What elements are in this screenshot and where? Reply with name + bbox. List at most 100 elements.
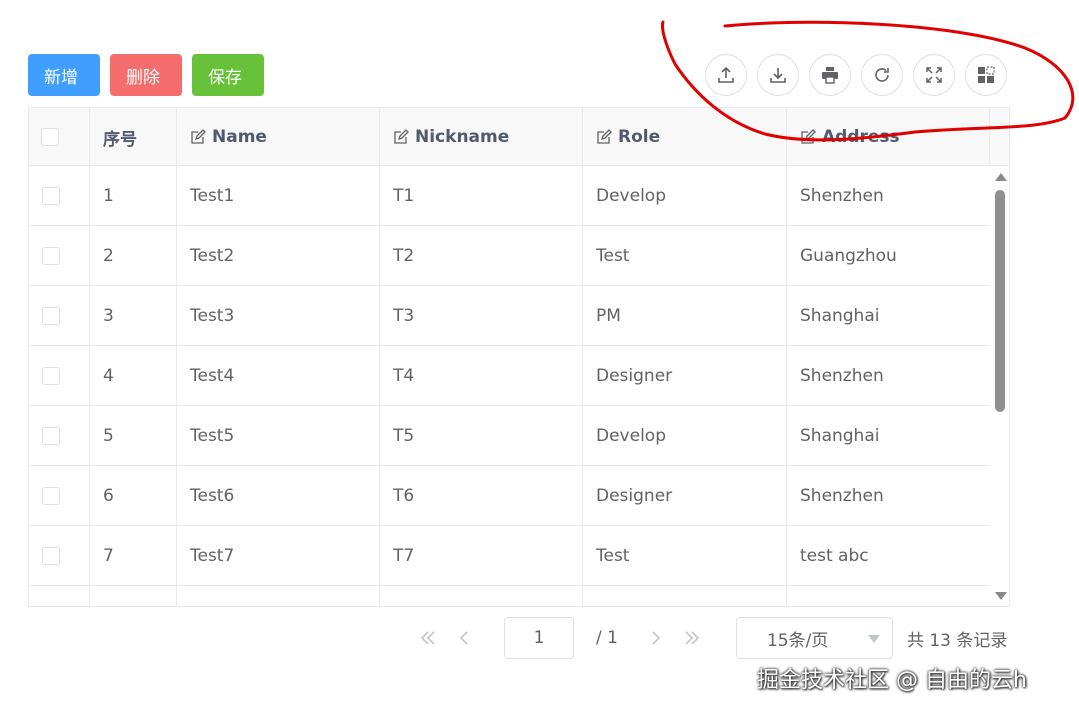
cell-role[interactable]: Test bbox=[583, 226, 787, 286]
cell-role[interactable]: Designer bbox=[583, 346, 787, 406]
cell-address[interactable]: Shenzhen bbox=[787, 466, 990, 526]
row-checkbox[interactable] bbox=[42, 547, 60, 565]
caret-down-icon bbox=[867, 635, 880, 643]
cell-nickname[interactable]: T5 bbox=[380, 406, 583, 466]
cell-name[interactable]: Test4 bbox=[177, 346, 380, 406]
cell-name[interactable]: Test6 bbox=[177, 466, 380, 526]
table-body: 1 Test1 T1 Develop Shenzhen 2 Test2 T2 Test Guang… bbox=[29, 166, 990, 606]
refresh-icon bbox=[875, 68, 889, 82]
table-row[interactable]: 6 Test6 T6 Designer Shenzhen bbox=[29, 466, 990, 526]
chevron-right-icon bbox=[652, 631, 661, 645]
empty-cell bbox=[380, 586, 583, 606]
scrollbar-thumb[interactable] bbox=[995, 190, 1005, 412]
cell-role[interactable]: PM bbox=[583, 286, 787, 346]
column-header-seq[interactable]: 序号 bbox=[90, 108, 177, 166]
cell-address[interactable]: Shenzhen bbox=[787, 346, 990, 406]
table-row[interactable]: 3 Test3 T3 PM Shanghai bbox=[29, 286, 990, 346]
cell-nickname[interactable]: T2 bbox=[380, 226, 583, 286]
cell-role[interactable]: Develop bbox=[583, 166, 787, 226]
table-row[interactable]: 5 Test5 T5 Develop Shanghai bbox=[29, 406, 990, 466]
cell-nickname[interactable]: T4 bbox=[380, 346, 583, 406]
column-header-label: 序号 bbox=[103, 129, 137, 150]
cell-seq[interactable]: 1 bbox=[90, 166, 177, 226]
edit-icon bbox=[191, 129, 206, 144]
cell-address[interactable]: Shanghai bbox=[787, 286, 990, 346]
vertical-scrollbar[interactable] bbox=[991, 166, 1009, 606]
export-button[interactable] bbox=[757, 54, 799, 96]
cell-role[interactable]: Develop bbox=[583, 406, 787, 466]
double-chevron-right-icon bbox=[685, 631, 700, 645]
column-header-label: Address bbox=[822, 127, 900, 147]
cell-address[interactable]: Guangzhou bbox=[787, 226, 990, 286]
column-header-label: Nickname bbox=[415, 127, 510, 147]
header-gutter bbox=[990, 108, 1009, 166]
last-page-button[interactable] bbox=[674, 617, 710, 659]
refresh-button[interactable] bbox=[861, 54, 903, 96]
cell-name[interactable]: Test2 bbox=[177, 226, 380, 286]
fullscreen-button[interactable] bbox=[913, 54, 955, 96]
cell-nickname[interactable]: T7 bbox=[380, 526, 583, 586]
add-button[interactable]: 新增 bbox=[28, 54, 100, 96]
table-row[interactable]: 2 Test2 T2 Test Guangzhou bbox=[29, 226, 990, 286]
cell-seq[interactable]: 2 bbox=[90, 226, 177, 286]
scroll-down-arrow-icon[interactable] bbox=[995, 592, 1007, 600]
upload-icon bbox=[718, 66, 734, 83]
column-header-address[interactable]: Address bbox=[787, 108, 990, 166]
cell-name[interactable]: Test5 bbox=[177, 406, 380, 466]
table-row[interactable]: 1 Test1 T1 Develop Shenzhen bbox=[29, 166, 990, 226]
download-icon bbox=[770, 68, 786, 83]
columns-button[interactable] bbox=[965, 54, 1007, 96]
cell-seq[interactable]: 5 bbox=[90, 406, 177, 466]
pagination: / 1 15条/页 共 13 条记录 bbox=[410, 617, 1007, 659]
cell-seq[interactable]: 4 bbox=[90, 346, 177, 406]
edit-icon bbox=[394, 129, 409, 144]
row-checkbox-cell bbox=[29, 166, 90, 226]
page-size-select[interactable]: 15条/页 bbox=[735, 617, 893, 659]
row-checkbox[interactable] bbox=[42, 427, 60, 445]
row-checkbox[interactable] bbox=[42, 247, 60, 265]
cell-seq[interactable]: 7 bbox=[90, 526, 177, 586]
select-all-checkbox[interactable] bbox=[41, 128, 59, 146]
first-page-button[interactable] bbox=[410, 617, 446, 659]
cell-role[interactable]: Test bbox=[583, 526, 787, 586]
table-header: 序号 Name Nickname Role Address bbox=[29, 108, 1009, 166]
cell-seq[interactable]: 3 bbox=[90, 286, 177, 346]
column-header-name[interactable]: Name bbox=[177, 108, 380, 166]
row-checkbox[interactable] bbox=[42, 487, 60, 505]
cell-role[interactable]: Designer bbox=[583, 466, 787, 526]
cell-name[interactable]: Test1 bbox=[177, 166, 380, 226]
cell-nickname[interactable]: T3 bbox=[380, 286, 583, 346]
row-checkbox-cell bbox=[29, 226, 90, 286]
cell-nickname[interactable]: T6 bbox=[380, 466, 583, 526]
import-button[interactable] bbox=[705, 54, 747, 96]
row-checkbox[interactable] bbox=[42, 367, 60, 385]
column-header-role[interactable]: Role bbox=[583, 108, 787, 166]
cell-address[interactable]: Shanghai bbox=[787, 406, 990, 466]
data-table: 序号 Name Nickname Role Address 1 Test1 T1 De… bbox=[28, 107, 1010, 607]
delete-button[interactable]: 删除 bbox=[110, 54, 182, 96]
save-button[interactable]: 保存 bbox=[192, 54, 264, 96]
table-row[interactable] bbox=[29, 586, 990, 606]
row-checkbox[interactable] bbox=[42, 307, 60, 325]
toolbar: 新增 删除 保存 bbox=[28, 54, 264, 96]
table-row[interactable]: 4 Test4 T4 Designer Shenzhen bbox=[29, 346, 990, 406]
page-number-input[interactable] bbox=[504, 617, 574, 659]
cell-name[interactable]: Test7 bbox=[177, 526, 380, 586]
empty-cell bbox=[177, 586, 380, 606]
column-header-nickname[interactable]: Nickname bbox=[380, 108, 583, 166]
edit-icon bbox=[801, 129, 816, 144]
cell-seq[interactable]: 6 bbox=[90, 466, 177, 526]
cell-address[interactable]: test abc bbox=[787, 526, 990, 586]
table-row[interactable]: 7 Test7 T7 Test test abc bbox=[29, 526, 990, 586]
cell-nickname[interactable]: T1 bbox=[380, 166, 583, 226]
edit-icon bbox=[597, 129, 612, 144]
prev-page-button[interactable] bbox=[446, 617, 482, 659]
print-button[interactable] bbox=[809, 54, 851, 96]
next-page-button[interactable] bbox=[638, 617, 674, 659]
row-checkbox[interactable] bbox=[42, 187, 60, 205]
scroll-up-arrow-icon[interactable] bbox=[995, 173, 1007, 181]
header-checkbox-cell bbox=[29, 108, 90, 166]
double-chevron-left-icon bbox=[420, 631, 435, 645]
cell-name[interactable]: Test3 bbox=[177, 286, 380, 346]
cell-address[interactable]: Shenzhen bbox=[787, 166, 990, 226]
